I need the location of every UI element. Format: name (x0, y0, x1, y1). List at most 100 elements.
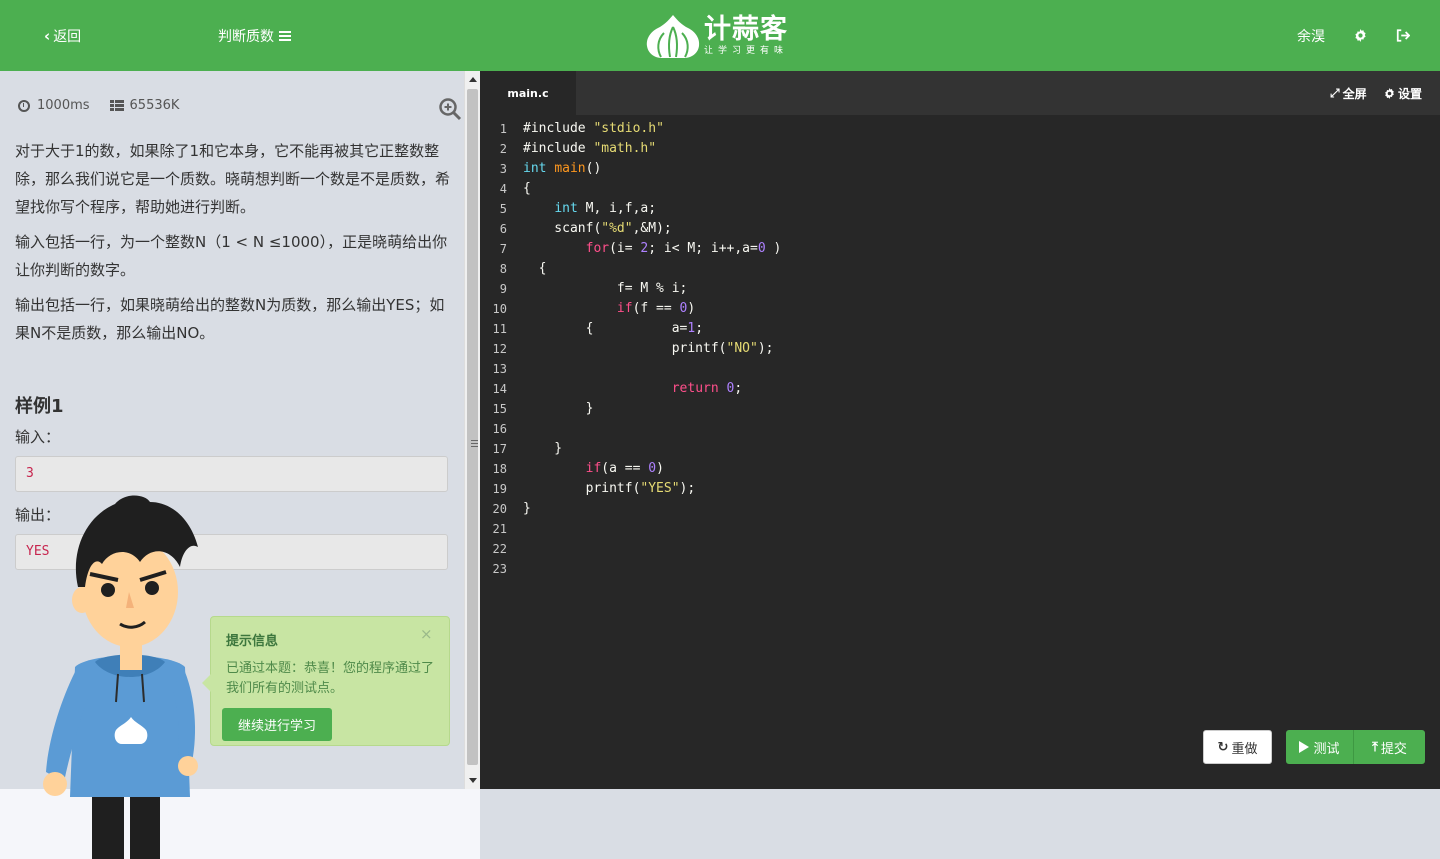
brand-logo[interactable]: 计蒜客 让学习更有味 (644, 0, 804, 71)
sample-title: 样例1 (15, 396, 64, 417)
line-number: 9 (499, 282, 507, 296)
brand-slogan: 让学习更有味 (704, 45, 789, 56)
description-paragraph: 对于大于1的数，如果除了1和它本身，它不能再被其它正整数整除，那么我们说它是一个… (15, 142, 451, 216)
chevron-left-icon: ‹ (44, 26, 51, 45)
code-line[interactable]: 4{ (480, 179, 1440, 199)
code-line[interactable]: 12 printf("NO"); (480, 339, 1440, 359)
logout-icon[interactable] (1396, 0, 1410, 71)
upload-icon: ⤒ (1372, 739, 1378, 755)
code-editor: main.c ⤢ 全屏 设置 1 #include "stdio.h" 2 #incl… (480, 71, 1440, 789)
code-line[interactable]: 7 for(i= 2; i< M; i++,a=0 ) (480, 239, 1440, 259)
code-line[interactable]: 21 (480, 519, 1440, 539)
code-line[interactable]: 13 (480, 359, 1440, 379)
line-number: 7 (499, 242, 507, 256)
line-number: 20 (492, 502, 507, 516)
time-limit: 1000ms (37, 98, 90, 113)
code-line[interactable]: 14 return 0; (480, 379, 1440, 399)
code-text[interactable]: f= M % i; (523, 279, 687, 299)
code-area[interactable]: 1 #include "stdio.h" 2 #include "math.h" 3 in… (480, 119, 1440, 579)
tip-message: 已通过本题：恭喜！您的程序通过了我们所有的测试点。 (226, 661, 435, 696)
code-line[interactable]: 3 int main() (480, 159, 1440, 179)
top-bar: ‹ 返回 判断质数 计蒜客 让学习更有味 余淏 (0, 0, 1440, 71)
submit-button[interactable]: ⤒ 提交 (1354, 730, 1425, 764)
line-number: 23 (492, 562, 507, 576)
line-number: 2 (499, 142, 507, 156)
code-line[interactable]: 2 #include "math.h" (480, 139, 1440, 159)
gear-icon[interactable] (1354, 0, 1367, 71)
code-text[interactable]: return 0; (523, 379, 742, 399)
code-line[interactable]: 22 (480, 539, 1440, 559)
code-text[interactable]: } (523, 439, 562, 459)
code-line[interactable]: 5 int M, i,f,a; (480, 199, 1440, 219)
test-button[interactable]: 测试 (1286, 730, 1354, 764)
refresh-icon: ↻ (1217, 739, 1229, 755)
code-line[interactable]: 15 } (480, 399, 1440, 419)
line-number: 11 (492, 322, 507, 336)
code-text[interactable]: #include "math.h" (523, 139, 656, 159)
close-icon[interactable]: × (420, 625, 433, 643)
scroll-up-icon[interactable] (469, 77, 477, 82)
line-number: 17 (492, 442, 507, 456)
code-text[interactable]: { (523, 179, 531, 199)
scroll-thumb[interactable] (467, 89, 478, 765)
zoom-in-icon[interactable] (438, 97, 462, 121)
code-text[interactable]: for(i= 2; i< M; i++,a=0 ) (523, 239, 782, 259)
sample-input-box: 3 (15, 456, 448, 492)
fullscreen-button[interactable]: ⤢ 全屏 (1330, 71, 1367, 115)
line-number: 6 (499, 222, 507, 236)
code-text[interactable]: int M, i,f,a; (523, 199, 656, 219)
line-number: 18 (492, 462, 507, 476)
tab-main-c[interactable]: main.c (480, 71, 576, 115)
back-link[interactable]: ‹ 返回 (44, 0, 81, 71)
code-line[interactable]: 17 } (480, 439, 1440, 459)
back-label: 返回 (53, 28, 82, 45)
line-number: 16 (492, 422, 507, 436)
user-name[interactable]: 余淏 (1297, 0, 1325, 71)
code-text[interactable]: if(a == 0) (523, 459, 664, 479)
code-line[interactable]: 18 if(a == 0) (480, 459, 1440, 479)
code-text[interactable]: } (523, 399, 594, 419)
code-text[interactable]: } (523, 499, 531, 519)
code-text[interactable]: { a=1; (523, 319, 703, 339)
code-text[interactable]: { (523, 259, 547, 279)
code-line[interactable]: 11 { a=1; (480, 319, 1440, 339)
code-text[interactable]: int main() (523, 159, 601, 179)
scroll-down-icon[interactable] (469, 778, 477, 783)
sample-input-label: 输入： (15, 428, 61, 446)
run-button-group: 测试 ⤒ 提交 (1286, 730, 1425, 764)
code-line[interactable]: 20} (480, 499, 1440, 519)
code-text[interactable]: #include "stdio.h" (523, 119, 664, 139)
line-number: 22 (492, 542, 507, 556)
input-spec-paragraph: 输入包括一行，为一个整数N（1 < N ≤1000），正是晓萌给出你让你判断的数… (15, 233, 448, 279)
code-text[interactable]: if(f == 0) (523, 299, 695, 319)
problem-menu[interactable]: 判断质数 (218, 0, 291, 71)
problem-title: 判断质数 (218, 28, 274, 45)
mascot-illustration (43, 495, 198, 859)
continue-learning-button[interactable]: 继续进行学习 (222, 708, 332, 741)
code-line[interactable]: 10 if(f == 0) (480, 299, 1440, 319)
problem-description: 对于大于1的数，如果除了1和它本身，它不能再被其它正整数整除，那么我们说它是一个… (15, 137, 453, 354)
line-number: 3 (499, 162, 507, 176)
line-number: 4 (499, 182, 507, 196)
code-line[interactable]: 6 scanf("%d",&M); (480, 219, 1440, 239)
reset-button[interactable]: ↻ 重做 (1203, 730, 1272, 764)
code-line[interactable]: 1 #include "stdio.h" (480, 119, 1440, 139)
fullscreen-label: 全屏 (1342, 86, 1367, 101)
code-line[interactable]: 23 (480, 559, 1440, 579)
settings-button[interactable]: 设置 (1384, 71, 1422, 115)
code-line[interactable]: 16 (480, 419, 1440, 439)
grip-icon (471, 440, 478, 447)
code-line[interactable]: 8 { (480, 259, 1440, 279)
left-scrollbar[interactable] (464, 71, 480, 789)
tip-popup: 提示信息 × 已通过本题：恭喜！您的程序通过了我们所有的测试点。 继续进行学习 (202, 616, 450, 746)
code-text[interactable]: printf("NO"); (523, 339, 774, 359)
code-line[interactable]: 9 f= M % i; (480, 279, 1440, 299)
expand-icon: ⤢ (1330, 85, 1340, 100)
line-number: 19 (492, 482, 507, 496)
line-number: 10 (492, 302, 507, 316)
menu-icon (279, 29, 291, 43)
code-text[interactable]: scanf("%d",&M); (523, 219, 671, 239)
line-number: 15 (492, 402, 507, 416)
code-line[interactable]: 19 printf("YES"); (480, 479, 1440, 499)
code-text[interactable]: printf("YES"); (523, 479, 696, 499)
